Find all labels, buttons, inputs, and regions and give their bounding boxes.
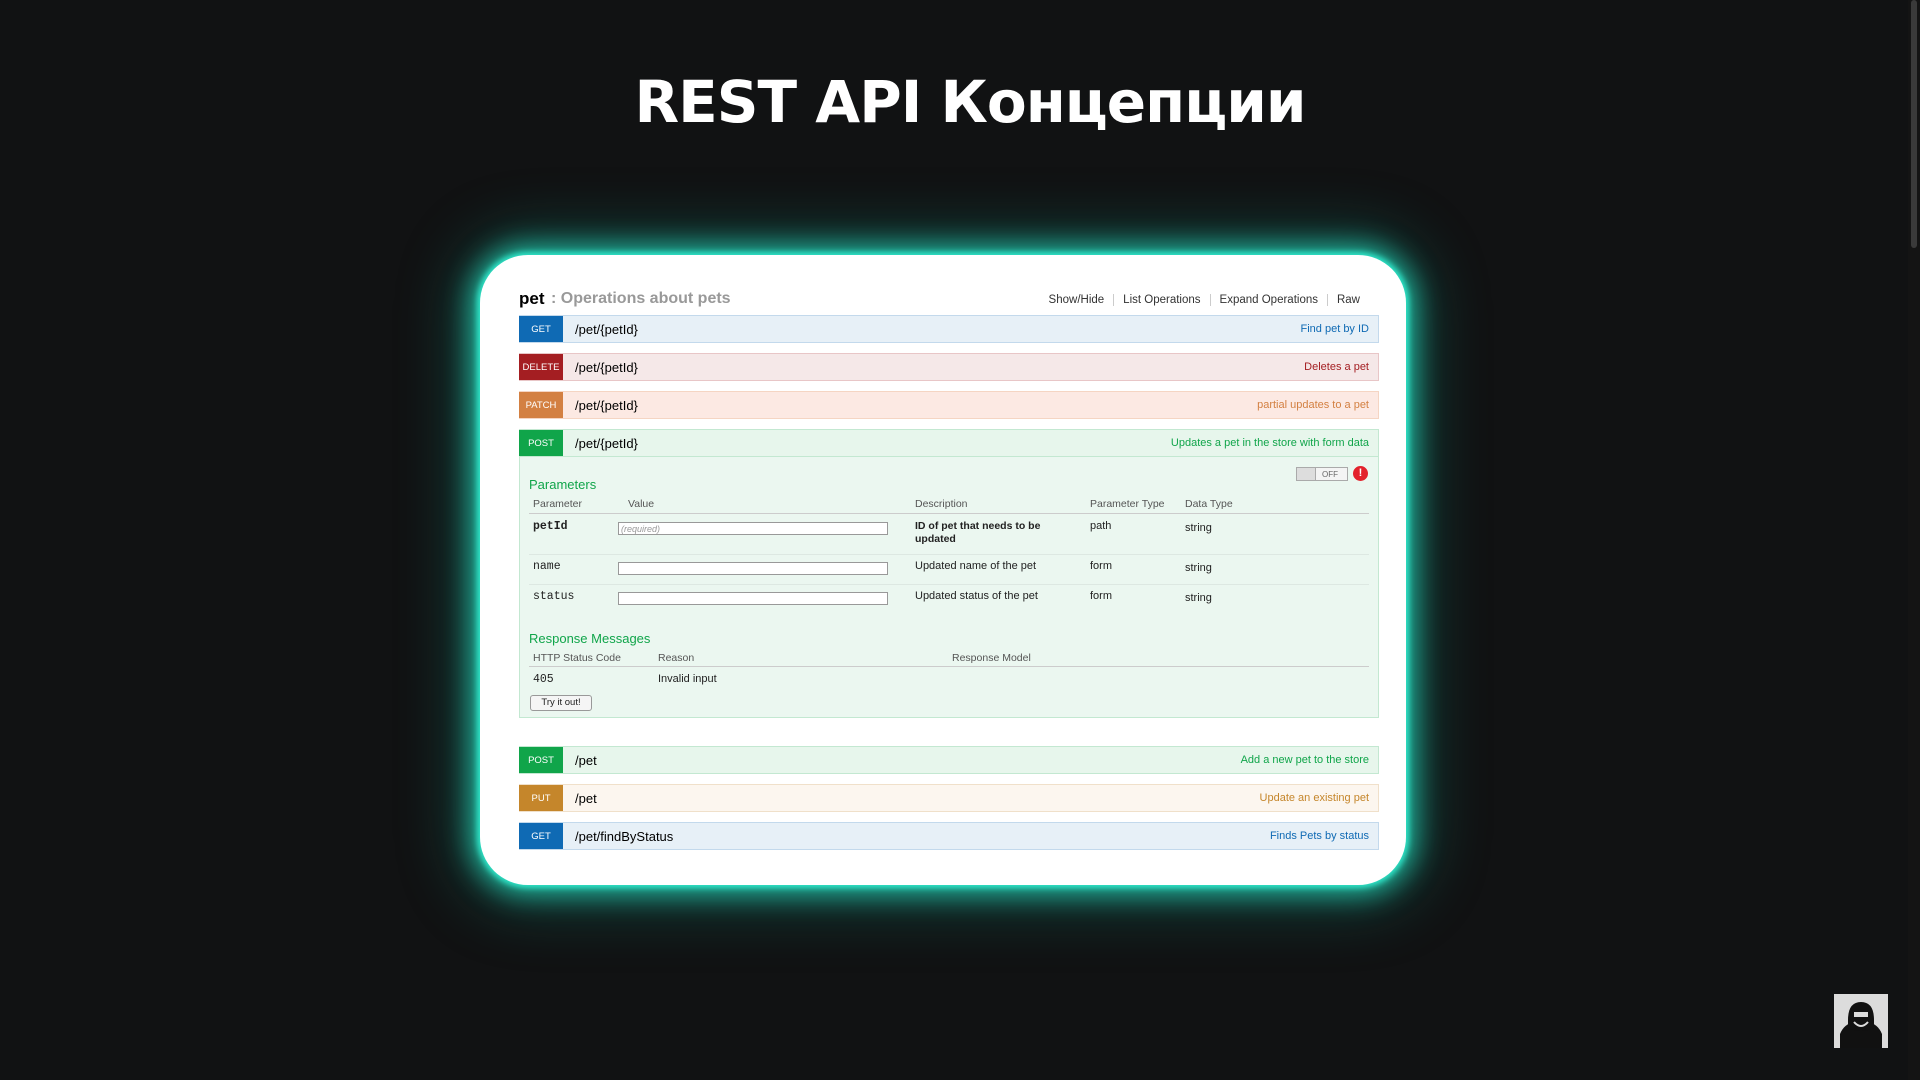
response-header-divider [529,666,1369,667]
operation-path[interactable]: /pet/{petId} [575,436,638,451]
operation-path[interactable]: /pet [575,791,597,806]
method-badge[interactable]: POST [519,430,563,456]
operation-post-pet-form[interactable]: POST /pet/{petId} Updates a pet in the s… [519,429,1379,457]
section-links: Show/Hide List Operations Expand Operati… [1040,294,1369,306]
response-header-code: HTTP Status Code [533,652,621,664]
operation-summary[interactable]: Deletes a pet [1304,361,1369,373]
toggle-label: OFF [1322,469,1338,479]
row-divider [529,584,1369,585]
param-desc-name: Updated name of the pet [915,560,1037,572]
operation-summary[interactable]: Find pet by ID [1301,323,1369,335]
param-datatype-status: string [1185,592,1212,604]
method-badge[interactable]: GET [519,823,563,849]
try-it-out-button[interactable]: Try it out! [530,695,592,711]
method-badge[interactable]: GET [519,316,563,342]
param-header-value: Value [628,498,655,510]
operation-summary[interactable]: Update an existing pet [1260,792,1369,804]
param-desc-status: Updated status of the pet [915,590,1038,602]
param-header-data-type: Data Type [1185,498,1233,510]
method-badge[interactable]: DELETE [519,354,563,380]
param-type-status: form [1090,590,1112,602]
operation-delete-pet[interactable]: DELETE /pet/{petId} Deletes a pet [519,353,1379,381]
operation-path[interactable]: /pet/{petId} [575,360,638,375]
method-badge[interactable]: POST [519,747,563,773]
param-type-name: form [1090,560,1112,572]
param-header-parameter-type: Parameter Type [1090,498,1165,510]
operation-get-find-by-status[interactable]: GET /pet/findByStatus Finds Pets by stat… [519,822,1379,850]
param-desc-petid: ID of pet that needs to be updated [915,520,1041,545]
param-header-divider [529,513,1369,514]
status-input[interactable] [618,592,888,605]
operation-path[interactable]: /pet/{petId} [575,398,638,413]
operation-details-panel: OFF ! Parameters Parameter Value Descrip… [519,457,1379,718]
operation-summary[interactable]: Add a new pet to the store [1241,754,1369,766]
operation-put-pet[interactable]: PUT /pet Update an existing pet [519,784,1379,812]
operation-path[interactable]: /pet [575,753,597,768]
operation-get-pet-by-id[interactable]: GET /pet/{petId} Find pet by ID [519,315,1379,343]
warning-icon[interactable]: ! [1353,466,1368,481]
expand-operations-link[interactable]: Expand Operations [1209,294,1327,306]
operation-path[interactable]: /pet/{petId} [575,322,638,337]
operation-summary[interactable]: partial updates to a pet [1257,399,1369,411]
scrollbar[interactable] [1908,0,1920,1080]
operation-post-pet[interactable]: POST /pet Add a new pet to the store [519,746,1379,774]
row-divider [529,554,1369,555]
toggle-knob[interactable] [1297,468,1316,480]
param-header-description: Description [915,498,968,510]
operation-summary[interactable]: Finds Pets by status [1270,830,1369,842]
response-header-reason: Reason [658,652,695,664]
operation-summary[interactable]: Updates a pet in the store with form dat… [1171,437,1369,449]
operation-patch-pet[interactable]: PATCH /pet/{petId} partial updates to a … [519,391,1379,419]
operation-path[interactable]: /pet/findByStatus [575,829,673,844]
param-datatype-petid: string [1185,522,1212,534]
param-name-petid: petId [533,520,568,533]
petid-input[interactable]: (required) [618,522,888,535]
section-description: : Operations about pets [551,290,731,307]
show-hide-link[interactable]: Show/Hide [1040,294,1114,306]
param-datatype-name: string [1185,562,1212,574]
hacker-avatar-icon [1834,994,1888,1048]
section-name[interactable]: pet [519,289,545,309]
method-badge[interactable]: PATCH [519,392,563,418]
param-header-parameter: Parameter [533,498,583,510]
response-messages-title: Response Messages [529,631,651,646]
parameters-title: Parameters [529,477,597,492]
swagger-screenshot-card: pet : Operations about pets Show/Hide Li… [480,255,1406,885]
slide-title: REST API Концепции [634,68,1307,136]
name-input[interactable] [618,562,888,575]
scrollbar-thumb[interactable] [1911,0,1917,248]
response-header-model: Response Model [952,652,1031,664]
param-name-name: name [533,560,561,573]
raw-link[interactable]: Raw [1326,294,1369,306]
param-name-status: status [533,590,575,603]
method-badge[interactable]: PUT [519,785,563,811]
section-header: pet : Operations about pets Show/Hide Li… [519,287,1379,315]
auth-toggle[interactable]: OFF [1296,467,1348,481]
list-operations-link[interactable]: List Operations [1113,294,1209,306]
param-type-petid: path [1090,520,1112,532]
response-code: 405 [533,673,554,686]
response-reason: Invalid input [658,673,717,685]
